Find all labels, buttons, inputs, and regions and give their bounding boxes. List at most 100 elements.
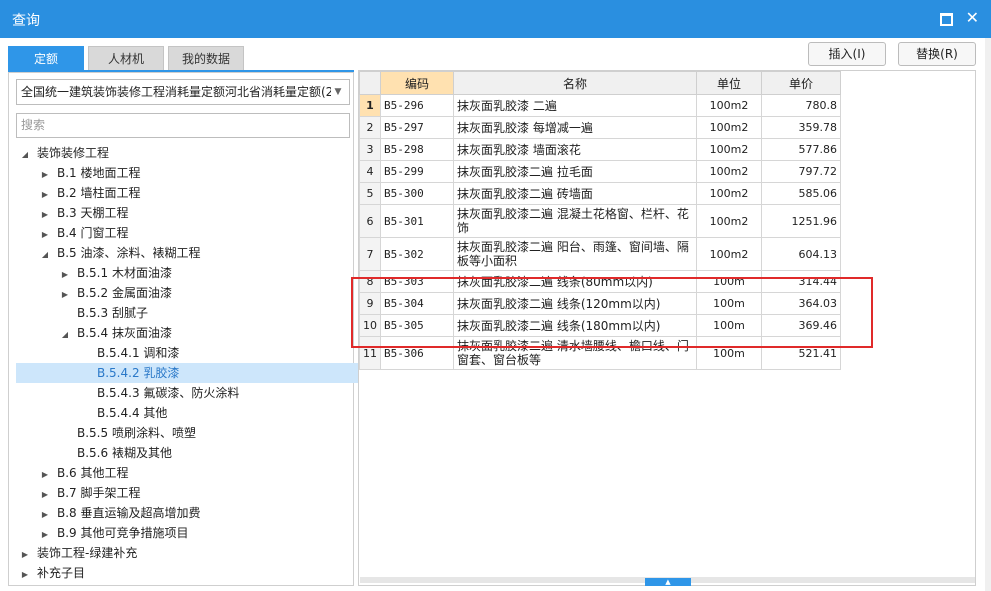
maximize-icon[interactable] bbox=[940, 13, 953, 26]
row-index: 3 bbox=[359, 138, 381, 161]
tree-node[interactable]: ▶ B.3 天棚工程 bbox=[9, 203, 129, 223]
tree-node-label: 装饰装修工程 bbox=[37, 146, 110, 160]
table-row[interactable]: 6 B5-301 抹灰面乳胶漆二遍 混凝土花格窗、栏杆、花饰 100m2 1251.96 bbox=[359, 204, 841, 238]
cell-code: B5-298 bbox=[380, 138, 454, 161]
expand-arrow-icon[interactable]: ▶ bbox=[59, 285, 71, 305]
expand-arrow-icon[interactable]: ▶ bbox=[39, 485, 51, 505]
library-select[interactable]: 全国统一建筑装饰装修工程消耗量定额河北省消耗量定额(2( ▼ bbox=[16, 79, 350, 105]
column-header-code[interactable]: 编码 bbox=[380, 71, 454, 95]
tree-node[interactable]: B.5.4.1 调和漆 bbox=[9, 343, 179, 363]
cell-price: 359.78 bbox=[761, 116, 841, 139]
tree-node-label: B.5.3 刮腻子 bbox=[77, 306, 148, 320]
cell-name: 抹灰面乳胶漆二遍 砖墙面 bbox=[453, 182, 697, 205]
tab-labor-material[interactable]: 人材机 bbox=[88, 46, 164, 70]
tree-node[interactable]: ▶ B.5.2 金属面油漆 bbox=[9, 283, 172, 303]
table-row[interactable]: 3 B5-298 抹灰面乳胶漆 墙面滚花 100m2 577.86 bbox=[359, 138, 841, 161]
row-index: 4 bbox=[359, 160, 381, 183]
cell-code: B5-296 bbox=[380, 94, 454, 117]
collapse-arrow-icon[interactable]: ◢ bbox=[59, 325, 71, 345]
tree-node[interactable]: ▶ B.7 脚手架工程 bbox=[9, 483, 141, 503]
expand-arrow-icon[interactable]: ▶ bbox=[19, 565, 31, 585]
tree-node-label: B.5 油漆、涂料、裱糊工程 bbox=[57, 246, 201, 260]
tree-node[interactable]: ◢ B.5.4 抹灰面油漆 bbox=[9, 323, 172, 343]
cell-price: 797.72 bbox=[761, 160, 841, 183]
tree-node[interactable]: B.5.4.2 乳胶漆 bbox=[16, 363, 416, 383]
cell-unit: 100m2 bbox=[696, 182, 762, 205]
cell-unit: 100m2 bbox=[696, 237, 762, 271]
tree-node-label: B.7 脚手架工程 bbox=[57, 486, 141, 500]
expand-arrow-icon[interactable]: ▶ bbox=[39, 465, 51, 485]
cell-price: 585.06 bbox=[761, 182, 841, 205]
tree-node[interactable]: ▶ B.8 垂直运输及超高增加费 bbox=[9, 503, 201, 523]
table-row[interactable]: 4 B5-299 抹灰面乳胶漆二遍 拉毛面 100m2 797.72 bbox=[359, 160, 841, 183]
close-icon[interactable]: ✕ bbox=[966, 8, 979, 27]
tree-node[interactable]: ▶ 装饰工程-绿建补充 bbox=[9, 543, 137, 563]
expand-arrow-icon[interactable]: ▶ bbox=[39, 225, 51, 245]
cell-code: B5-300 bbox=[380, 182, 454, 205]
column-header-name[interactable]: 名称 bbox=[453, 71, 697, 95]
expand-arrow-icon[interactable]: ▶ bbox=[59, 265, 71, 285]
row-index: 6 bbox=[359, 204, 381, 238]
collapse-arrow-icon[interactable]: ◢ bbox=[39, 245, 51, 265]
cell-name: 抹灰面乳胶漆二遍 混凝土花格窗、栏杆、花饰 bbox=[453, 204, 697, 238]
tree-node[interactable]: B.5.6 裱糊及其他 bbox=[9, 443, 172, 463]
expand-arrow-icon[interactable]: ▶ bbox=[39, 525, 51, 545]
table-row[interactable]: 7 B5-302 抹灰面乳胶漆二遍 阳台、雨篷、窗间墙、隔板等小面积 100m2 604… bbox=[359, 237, 841, 271]
tree-node[interactable]: ◢ B.5 油漆、涂料、裱糊工程 bbox=[9, 243, 201, 263]
tree-node[interactable]: ▶ B.5.1 木材面油漆 bbox=[9, 263, 172, 283]
title-bar: 查询 ✕ bbox=[0, 0, 991, 38]
search-input[interactable]: 搜索 bbox=[16, 113, 350, 138]
splitter-handle[interactable]: ▲ bbox=[645, 578, 691, 586]
tree-node[interactable]: ▶ 补充子目 bbox=[9, 563, 85, 583]
cell-price: 577.86 bbox=[761, 138, 841, 161]
window-title: 查询 bbox=[12, 13, 40, 29]
tree-node[interactable]: B.5.3 刮腻子 bbox=[9, 303, 148, 323]
expand-arrow-icon[interactable]: ▶ bbox=[39, 185, 51, 205]
cell-name: 抹灰面乳胶漆 墙面滚花 bbox=[453, 138, 697, 161]
cell-unit: 100m2 bbox=[696, 138, 762, 161]
table-row[interactable]: 1 B5-296 抹灰面乳胶漆 二遍 100m2 780.8 bbox=[359, 94, 841, 117]
cell-code: B5-299 bbox=[380, 160, 454, 183]
column-header-price[interactable]: 单价 bbox=[761, 71, 841, 95]
tree-node[interactable]: ▶ B.1 楼地面工程 bbox=[9, 163, 141, 183]
tab-my-data[interactable]: 我的数据 bbox=[168, 46, 244, 70]
tree-node[interactable]: B.5.5 喷刷涂料、喷塑 bbox=[9, 423, 196, 443]
expand-arrow-icon[interactable]: ▶ bbox=[39, 505, 51, 525]
cell-price: 780.8 bbox=[761, 94, 841, 117]
tab-quota[interactable]: 定额 bbox=[8, 46, 84, 70]
tree-node[interactable]: B.5.4.3 氟碳漆、防火涂料 bbox=[9, 383, 239, 403]
window-edge bbox=[985, 38, 991, 591]
collapse-arrow-icon[interactable]: ◢ bbox=[19, 145, 31, 165]
cell-price: 1251.96 bbox=[761, 204, 841, 238]
table-row[interactable]: 2 B5-297 抹灰面乳胶漆 每增减一遍 100m2 359.78 bbox=[359, 116, 841, 139]
cell-unit: 100m2 bbox=[696, 116, 762, 139]
tree-node[interactable]: ▶ B.9 其他可竞争措施项目 bbox=[9, 523, 189, 543]
tree-node-label: 装饰工程-绿建补充 bbox=[37, 546, 138, 560]
tree-node-label: B.5.6 裱糊及其他 bbox=[77, 446, 172, 460]
tree-node[interactable]: B.5.4.4 其他 bbox=[9, 403, 167, 423]
tree-node[interactable]: ▶ B.6 其他工程 bbox=[9, 463, 129, 483]
expand-arrow-icon[interactable]: ▶ bbox=[39, 165, 51, 185]
tree-node[interactable]: ◢ 装饰装修工程 bbox=[9, 143, 109, 163]
chevron-down-icon[interactable]: ▼ bbox=[331, 80, 345, 104]
tree-node-label: B.1 楼地面工程 bbox=[57, 166, 141, 180]
cell-code: B5-301 bbox=[380, 204, 454, 238]
tree-node-label: B.6 其他工程 bbox=[57, 466, 129, 480]
tree-node-label: B.2 墙柱面工程 bbox=[57, 186, 141, 200]
tree-node[interactable]: ▶ B.4 门窗工程 bbox=[9, 223, 129, 243]
tree-node-label: B.5.1 木材面油漆 bbox=[77, 266, 172, 280]
replace-button[interactable]: 替换(R) bbox=[898, 42, 976, 66]
row-index: 2 bbox=[359, 116, 381, 139]
tree-node[interactable]: ▶ B.2 墙柱面工程 bbox=[9, 183, 141, 203]
table-row[interactable]: 5 B5-300 抹灰面乳胶漆二遍 砖墙面 100m2 585.06 bbox=[359, 182, 841, 205]
expand-arrow-icon[interactable]: ▶ bbox=[39, 205, 51, 225]
table-header-row: 编码 名称 单位 单价 bbox=[359, 71, 841, 95]
insert-button[interactable]: 插入(I) bbox=[808, 42, 886, 66]
column-header-unit[interactable]: 单位 bbox=[696, 71, 762, 95]
left-pane: 全国统一建筑装饰装修工程消耗量定额河北省消耗量定额(2( ▼ 搜索 ◢ 装饰装修工… bbox=[8, 72, 416, 586]
tree-node-label: B.5.2 金属面油漆 bbox=[77, 286, 172, 300]
expand-arrow-icon[interactable]: ▶ bbox=[19, 545, 31, 565]
tree-node-label: B.8 垂直运输及超高增加费 bbox=[57, 506, 201, 520]
cell-name: 抹灰面乳胶漆 每增减一遍 bbox=[453, 116, 697, 139]
tree-node-label: B.5.5 喷刷涂料、喷塑 bbox=[77, 426, 196, 440]
